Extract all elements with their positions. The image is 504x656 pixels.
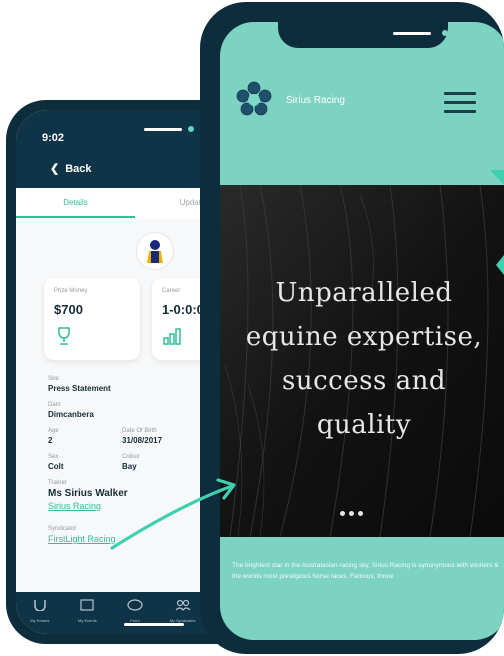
field-label: Sire: [48, 376, 59, 382]
field-label: Colour: [122, 454, 140, 460]
field-value: 2: [48, 436, 53, 445]
field-label: Dam: [48, 402, 61, 408]
nav-label: My Events: [78, 618, 97, 623]
nav-my-horses[interactable]: My Horses: [22, 598, 58, 623]
nav-my-syndicates[interactable]: My Syndicates: [165, 598, 201, 623]
front-phone-screen: Sirius Racing Unparalleled equine expert…: [220, 22, 504, 640]
group-icon: [175, 599, 191, 611]
intro-paragraph: The brightest star in the Australasian r…: [232, 562, 499, 580]
nav-my-events[interactable]: My Events: [69, 598, 105, 623]
nav-feed[interactable]: Feed: [117, 598, 153, 623]
nav-label: My Horses: [30, 618, 50, 623]
field-value: Bay: [122, 462, 137, 471]
field-label: Trainer: [48, 480, 67, 486]
carousel-dot[interactable]: [340, 511, 345, 516]
card-value: 1-0:0:0: [162, 302, 204, 317]
trainer-link[interactable]: Sirius Racing: [48, 501, 128, 511]
tab-details[interactable]: Details: [16, 188, 135, 218]
carousel-dots: [340, 511, 363, 516]
notch: [278, 22, 448, 48]
hero-title-line: success and: [282, 366, 446, 396]
field-value: Colt: [48, 462, 64, 471]
field-label: Sex: [48, 454, 59, 460]
calendar-icon: [80, 599, 94, 611]
field-label: Date Of Birth: [122, 428, 157, 434]
notch-dot: [442, 30, 448, 36]
card-label: Prize Money: [54, 288, 88, 294]
horseshoe-icon: [34, 600, 46, 612]
chevron-left-icon: ❮: [50, 163, 60, 175]
hero-title: Unparalleled equine expertise, success a…: [220, 271, 504, 447]
card-value: $700: [54, 302, 83, 317]
hero-title-line: Unparalleled: [275, 278, 453, 308]
front-phone-frame: Sirius Racing Unparalleled equine expert…: [200, 2, 504, 654]
feed-icon: [127, 599, 143, 611]
trophy-icon: [58, 327, 70, 345]
syndicator-link[interactable]: FirstLight Racing: [48, 534, 116, 544]
notch-bar: [393, 32, 431, 35]
card-label: Career: [162, 288, 181, 294]
field-value: Press Statement: [48, 384, 111, 393]
bar-chart-icon: [163, 328, 181, 345]
brand[interactable]: Sirius Racing: [234, 80, 345, 120]
status-time: 9:02: [42, 132, 65, 144]
prize-money-card: Prize Money $700: [44, 278, 140, 360]
carousel-dot[interactable]: [358, 511, 363, 516]
sirius-logo-icon: [236, 81, 272, 116]
notch-bar: [144, 128, 182, 131]
home-indicator: [124, 623, 184, 626]
field-label: Syndicator: [48, 526, 77, 532]
field-value: Dimcanbera: [48, 410, 94, 419]
carousel-dot[interactable]: [349, 511, 354, 516]
trainer-name: Ms Sirius Walker: [48, 488, 128, 499]
notch-dot: [188, 126, 194, 132]
hero-banner: Unparalleled equine expertise, success a…: [220, 185, 504, 537]
brand-name: Sirius Racing: [286, 94, 345, 106]
hero-title-line: equine expertise,: [245, 322, 483, 352]
field-label: Age: [48, 428, 59, 434]
jockey-silks-avatar: [136, 232, 174, 270]
hero-title-line: quality: [316, 410, 412, 440]
back-label: Back: [65, 162, 92, 175]
back-button[interactable]: ❮ Back: [50, 162, 92, 176]
field-value: 31/08/2017: [122, 436, 163, 445]
hamburger-menu-icon[interactable]: [444, 92, 476, 116]
